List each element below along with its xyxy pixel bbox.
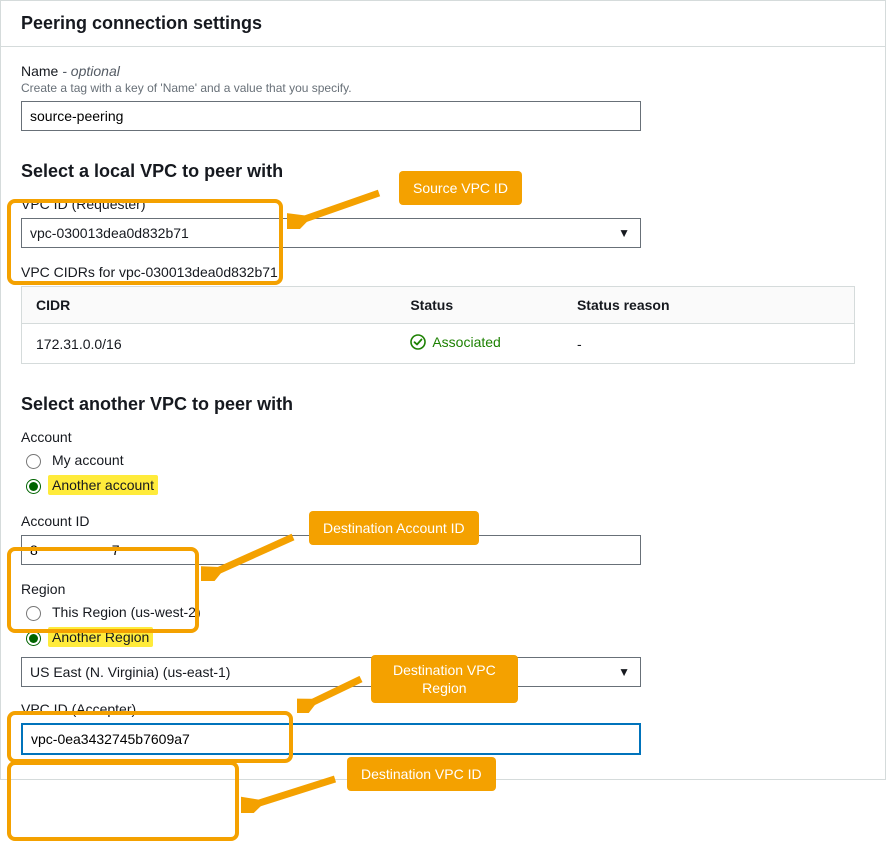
name-input[interactable]: [21, 101, 641, 131]
radio-another-region-label: Another Region: [48, 627, 153, 647]
radio-another-region[interactable]: Another Region: [21, 627, 865, 647]
radio-another-account-input[interactable]: [26, 479, 41, 494]
annotation-label-source-vpc: Source VPC ID: [399, 171, 522, 205]
radio-my-account-input[interactable]: [26, 454, 41, 469]
annotation-label-dest-vpc: Destination VPC ID: [347, 757, 496, 791]
requester-vpc-id-dropdown[interactable]: vpc-030013dea0d832b71 ▼: [21, 218, 641, 248]
table-row: 172.31.0.0/16 Associated -: [22, 324, 855, 364]
panel-title: Peering connection settings: [1, 1, 885, 47]
remote-vpc-section-title: Select another VPC to peer with: [21, 394, 865, 415]
region-label: Region: [21, 581, 865, 597]
radio-my-account[interactable]: My account: [21, 451, 865, 469]
region-dropdown[interactable]: US East (N. Virginia) (us-east-1) ▼: [21, 657, 641, 687]
cell-reason: -: [563, 324, 855, 364]
check-circle-icon: [410, 334, 426, 350]
annotation-label-dest-account: Destination Account ID: [309, 511, 479, 545]
vpc-cidrs-title: VPC CIDRs for vpc-030013dea0d832b71: [21, 264, 865, 280]
status-badge: Associated: [410, 334, 500, 350]
col-status: Status: [396, 287, 563, 324]
accepter-vpc-id-input[interactable]: [21, 723, 641, 755]
peering-settings-panel: Peering connection settings Name - optio…: [0, 0, 886, 780]
chevron-down-icon: ▼: [618, 226, 630, 240]
radio-another-account-label: Another account: [48, 475, 158, 495]
vpc-cidrs-table: CIDR Status Status reason 172.31.0.0/16: [21, 286, 855, 364]
chevron-down-icon: ▼: [618, 665, 630, 679]
radio-this-region[interactable]: This Region (us-west-2): [21, 603, 865, 621]
radio-this-region-input[interactable]: [26, 606, 41, 621]
annotation-arrow-icon: [241, 773, 343, 813]
status-text: Associated: [432, 334, 500, 350]
radio-another-region-input[interactable]: [26, 631, 41, 646]
col-cidr: CIDR: [22, 287, 397, 324]
region-dropdown-value: US East (N. Virginia) (us-east-1): [30, 664, 230, 680]
col-reason: Status reason: [563, 287, 855, 324]
radio-my-account-label: My account: [52, 452, 124, 468]
radio-this-region-label: This Region (us-west-2): [52, 604, 201, 620]
radio-another-account[interactable]: Another account: [21, 475, 865, 495]
name-optional: - optional: [62, 63, 120, 79]
name-helper: Create a tag with a key of 'Name' and a …: [21, 81, 865, 95]
name-field: Name - optional Create a tag with a key …: [21, 63, 865, 131]
name-label: Name: [21, 63, 58, 79]
cell-cidr: 172.31.0.0/16: [22, 324, 397, 364]
requester-vpc-id-value: vpc-030013dea0d832b71: [30, 225, 189, 241]
account-label: Account: [21, 429, 865, 445]
accepter-vpc-id-label: VPC ID (Accepter): [21, 701, 865, 717]
annotation-label-dest-region: Destination VPC Region: [371, 655, 518, 703]
